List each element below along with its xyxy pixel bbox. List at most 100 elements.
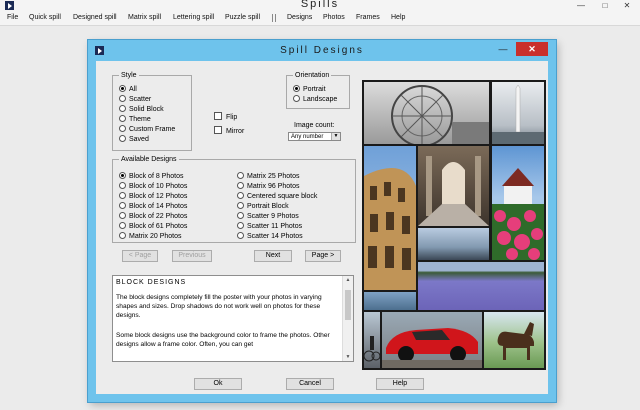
maximize-icon[interactable]: □ bbox=[594, 0, 616, 11]
design-portrait-block[interactable]: Portrait Block bbox=[237, 202, 289, 211]
menu-designed-spill[interactable]: Designed spill bbox=[73, 14, 117, 21]
next-button[interactable]: Next bbox=[254, 250, 292, 262]
preview-photo-cyclist bbox=[364, 312, 380, 368]
menu-lettering-spill[interactable]: Lettering spill bbox=[173, 14, 214, 21]
design-scatter-11[interactable]: Scatter 11 Photos bbox=[237, 222, 302, 231]
style-option-scatter[interactable]: Scatter bbox=[119, 95, 151, 104]
checkbox-icon bbox=[214, 112, 222, 120]
radio-icon bbox=[119, 105, 126, 112]
design-block-8[interactable]: Block of 8 Photos bbox=[119, 172, 183, 181]
design-block-22[interactable]: Block of 22 Photos bbox=[119, 212, 187, 221]
style-option-custom-frame[interactable]: Custom Frame bbox=[119, 125, 175, 134]
preview-photo-monument bbox=[492, 82, 544, 144]
radio-icon bbox=[293, 95, 300, 102]
radio-icon bbox=[119, 232, 126, 239]
flowers-image bbox=[492, 168, 544, 260]
design-scatter-14[interactable]: Scatter 14 Photos bbox=[237, 232, 303, 241]
radio-icon bbox=[119, 95, 126, 102]
close-icon[interactable]: ✕ bbox=[616, 0, 638, 11]
style-group: Style All Scatter Solid Block Theme Cust… bbox=[112, 71, 192, 151]
radio-icon bbox=[237, 192, 244, 199]
page-prev-button[interactable]: < Page bbox=[122, 250, 158, 262]
radio-icon bbox=[119, 125, 126, 132]
scroll-thumb[interactable] bbox=[345, 290, 351, 320]
cathedral-image bbox=[418, 156, 489, 226]
orientation-option-landscape[interactable]: Landscape bbox=[293, 95, 337, 104]
checkbox-icon bbox=[214, 126, 222, 134]
image-count-select[interactable]: Any number ▼ bbox=[288, 132, 341, 141]
description-heading: BLOCK DESIGNS bbox=[116, 279, 187, 286]
scroll-up-icon[interactable]: ▲ bbox=[343, 277, 353, 283]
scroll-down-icon[interactable]: ▼ bbox=[343, 354, 353, 360]
orientation-group-label: Orientation bbox=[293, 71, 332, 80]
style-option-solid-block[interactable]: Solid Block bbox=[119, 105, 164, 114]
style-option-all[interactable]: All bbox=[119, 85, 137, 94]
design-block-14[interactable]: Block of 14 Photos bbox=[119, 202, 187, 211]
monument-image bbox=[492, 84, 544, 144]
menu-photos[interactable]: Photos bbox=[323, 14, 345, 21]
preview-photo-ferris-wheel bbox=[364, 82, 489, 144]
preview-photo-flowers bbox=[492, 146, 544, 260]
design-block-12[interactable]: Block of 12 Photos bbox=[119, 192, 187, 201]
help-button[interactable]: Help bbox=[376, 378, 424, 390]
design-scatter-9[interactable]: Scatter 9 Photos bbox=[237, 212, 299, 221]
page-next-button[interactable]: Page > bbox=[305, 250, 341, 262]
colosseum-image bbox=[364, 168, 416, 290]
preview-photo-colosseum bbox=[364, 146, 416, 290]
menu-frames[interactable]: Frames bbox=[356, 14, 380, 21]
radio-icon bbox=[237, 172, 244, 179]
style-group-label: Style bbox=[119, 71, 139, 80]
image-count-value: Any number bbox=[291, 134, 324, 140]
menu-designs[interactable]: Designs bbox=[287, 14, 312, 21]
cancel-button[interactable]: Cancel bbox=[286, 378, 334, 390]
radio-icon bbox=[119, 135, 126, 142]
app-titlebar: Spills — □ ✕ bbox=[0, 0, 640, 12]
design-block-61[interactable]: Block of 61 Photos bbox=[119, 222, 187, 231]
minimize-icon[interactable]: — bbox=[570, 0, 592, 11]
menu-file[interactable]: File bbox=[7, 14, 18, 21]
radio-icon bbox=[119, 222, 126, 229]
orientation-group: Orientation Portrait Landscape bbox=[286, 71, 350, 109]
spill-designs-dialog: Spill Designs — ✕ Style All Scatter Soli… bbox=[88, 40, 556, 402]
design-matrix-25[interactable]: Matrix 25 Photos bbox=[237, 172, 300, 181]
design-block-10[interactable]: Block of 10 Photos bbox=[119, 182, 187, 191]
radio-icon bbox=[119, 85, 126, 92]
dialog-minimize-icon[interactable]: — bbox=[492, 43, 514, 56]
radio-icon bbox=[119, 192, 126, 199]
radio-icon bbox=[119, 202, 126, 209]
radio-icon bbox=[237, 202, 244, 209]
design-centered-square-block[interactable]: Centered square block bbox=[237, 192, 317, 201]
style-option-theme[interactable]: Theme bbox=[119, 115, 151, 124]
design-matrix-96[interactable]: Matrix 96 Photos bbox=[237, 182, 300, 191]
orientation-option-portrait[interactable]: Portrait bbox=[293, 85, 326, 94]
radio-icon bbox=[293, 85, 300, 92]
style-option-saved[interactable]: Saved bbox=[119, 135, 149, 144]
radio-icon bbox=[119, 212, 126, 219]
menu-help[interactable]: Help bbox=[391, 14, 405, 21]
radio-icon bbox=[237, 182, 244, 189]
flip-checkbox[interactable]: Flip bbox=[214, 112, 237, 122]
menu-separator bbox=[272, 14, 276, 22]
preview-photo-lavender bbox=[418, 262, 544, 310]
design-description[interactable]: BLOCK DESIGNS The block designs complete… bbox=[112, 275, 354, 362]
chevron-down-icon[interactable]: ▼ bbox=[331, 133, 340, 140]
preview-photo-ferrari bbox=[382, 312, 482, 368]
menu-quick-spill[interactable]: Quick spill bbox=[29, 14, 61, 21]
dialog-body: Style All Scatter Solid Block Theme Cust… bbox=[96, 61, 548, 394]
ferrari-image bbox=[382, 328, 482, 368]
preview-photo-cathedral bbox=[418, 146, 489, 226]
dialog-close-button[interactable]: ✕ bbox=[516, 42, 548, 56]
design-matrix-20[interactable]: Matrix 20 Photos bbox=[119, 232, 182, 241]
preview-photo-horse bbox=[484, 312, 544, 368]
radio-icon bbox=[119, 182, 126, 189]
preview-photo-coast bbox=[364, 292, 416, 310]
previous-button[interactable]: Previous bbox=[172, 250, 212, 262]
mirror-checkbox[interactable]: Mirror bbox=[214, 126, 244, 136]
radio-icon bbox=[119, 115, 126, 122]
menu-puzzle-spill[interactable]: Puzzle spill bbox=[225, 14, 260, 21]
description-scrollbar[interactable]: ▲ ▼ bbox=[342, 276, 353, 361]
ok-button[interactable]: Ok bbox=[194, 378, 242, 390]
cyclist-image bbox=[364, 336, 380, 362]
menu-matrix-spill[interactable]: Matrix spill bbox=[128, 14, 161, 21]
radio-icon bbox=[237, 222, 244, 229]
